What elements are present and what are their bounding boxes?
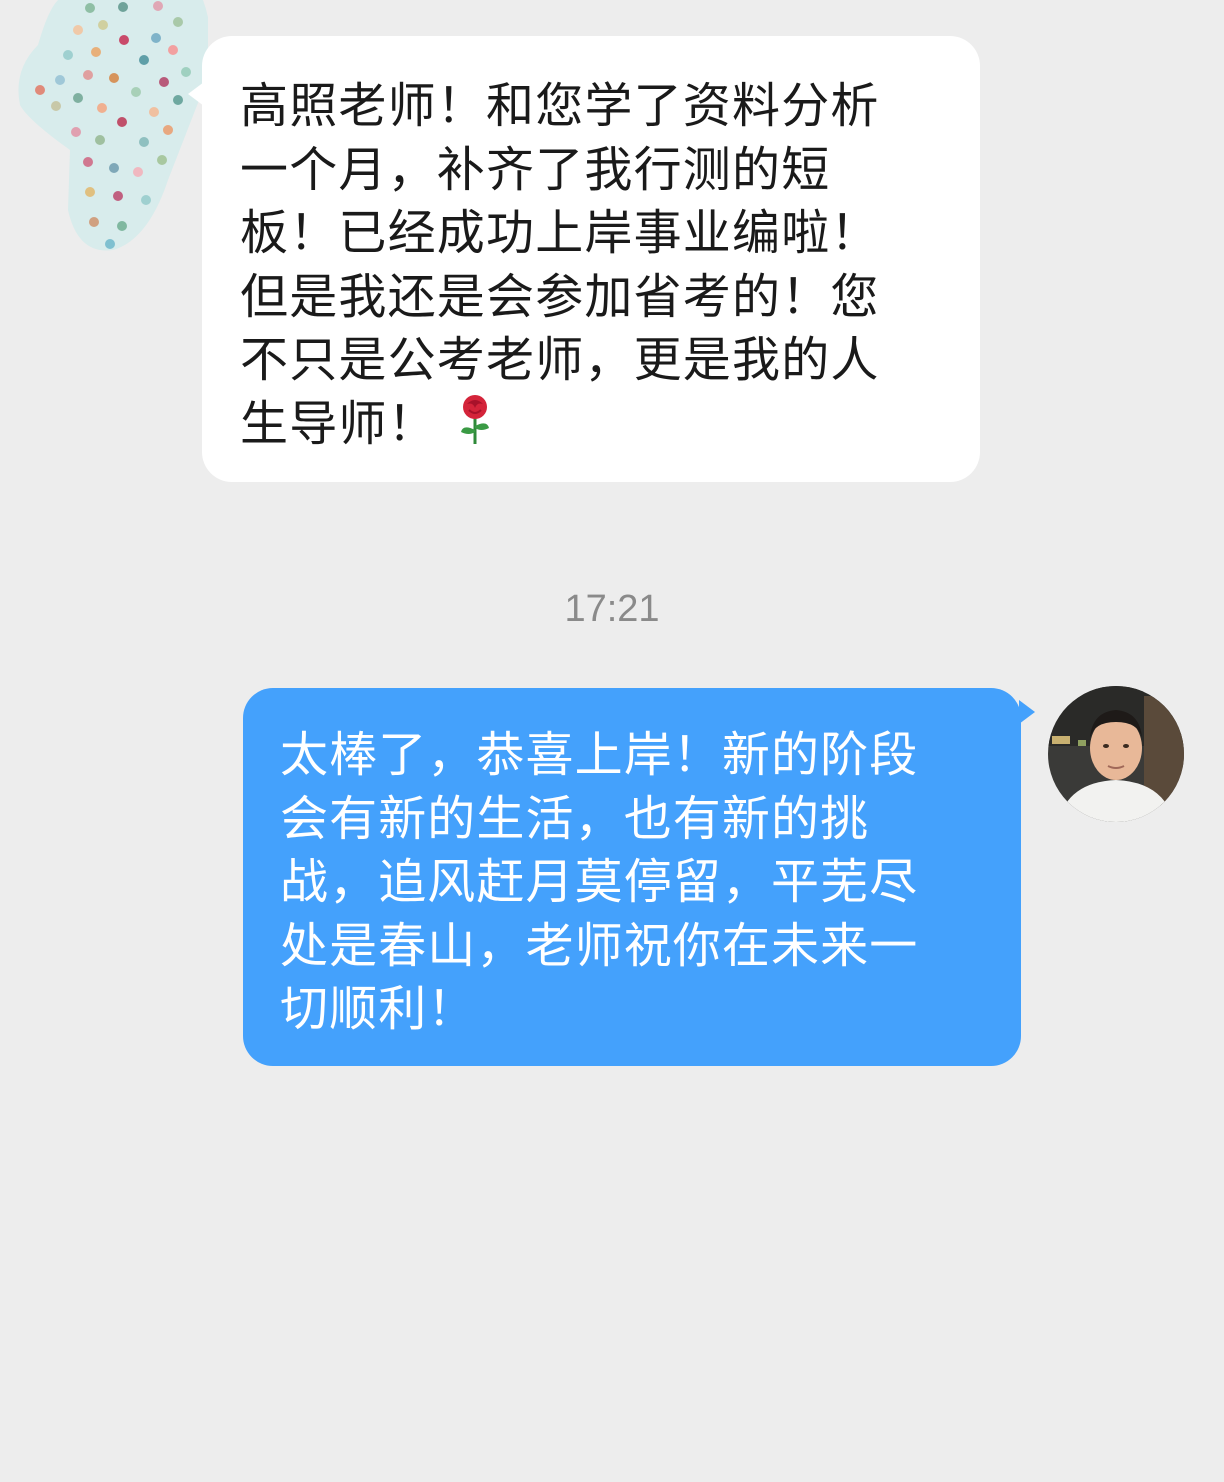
profile-photo-icon (1048, 686, 1184, 822)
chat-area[interactable]: 高照老师！和您学了资料分析 一个月，补齐了我行测的短 板！已经成功上岸事业编啦！… (0, 0, 1224, 1482)
incoming-message-bubble[interactable]: 高照老师！和您学了资料分析 一个月，补齐了我行测的短 板！已经成功上岸事业编啦！… (188, 36, 980, 482)
dotted-pattern-icon (18, 0, 211, 251)
bubble-tail (188, 82, 204, 106)
outgoing-message-bubble[interactable]: 太棒了，恭喜上岸！新的阶段 会有新的生活，也有新的挑 战，追风赶月莫停留，平芜尽… (243, 688, 1035, 1066)
incoming-message-text: 高照老师！和您学了资料分析 一个月，补齐了我行测的短 板！已经成功上岸事业编啦！… (240, 78, 880, 452)
message-timestamp: 17:21 (564, 588, 660, 630)
rose-icon (455, 394, 495, 446)
user-avatar[interactable] (1048, 686, 1184, 822)
sender-avatar[interactable] (18, 0, 211, 252)
bubble-tail (1019, 700, 1035, 724)
outgoing-message-text: 太棒了，恭喜上岸！新的阶段 会有新的生活，也有新的挑 战，追风赶月莫停留，平芜尽… (280, 727, 919, 1037)
